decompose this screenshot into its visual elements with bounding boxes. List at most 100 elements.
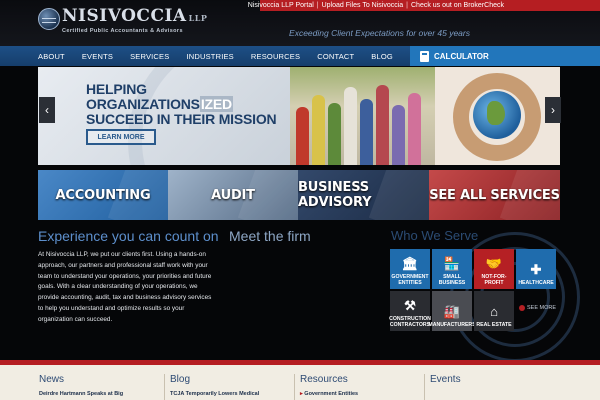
serve-label: CONSTRUCTION CONTRACTORS [389, 316, 431, 328]
serve-healthcare[interactable]: ✚ HEALTHCARE [516, 249, 556, 289]
see-more-link[interactable]: SEE MORE [519, 305, 556, 311]
footer-events: Events [424, 374, 461, 400]
arrow-bullet-icon [519, 305, 525, 311]
house-icon: ⌂ [490, 304, 498, 319]
meet-the-firm-heading[interactable]: Meet the firm [229, 228, 311, 244]
nav-industries[interactable]: INDUSTRIES [186, 52, 233, 61]
footer-news: News Deirdre Hartmann Speaks at Big [39, 374, 123, 400]
serve-label: GOVERNMENT ENTITIES [391, 274, 429, 286]
tile-label: AUDIT [211, 187, 255, 203]
who-we-serve-grid: 🏛 GOVERNMENT ENTITIES 🏪 SMALL BUSINESS 🤝… [389, 249, 560, 331]
nav-events[interactable]: EVENTS [82, 52, 113, 61]
calculator-button[interactable]: CALCULATOR [410, 46, 600, 66]
photo-figure [376, 85, 389, 165]
tile-business-advisory[interactable]: BUSINESS ADVISORY [298, 170, 429, 220]
serve-label: MANUFACTURERS [428, 322, 476, 328]
brokercheck-link[interactable]: Check us out on BrokerCheck [411, 2, 504, 9]
hero-title-highlight: IZED [199, 96, 233, 112]
experience-heading: Experience you can count on [38, 228, 219, 244]
serve-label: HEALTHCARE [518, 280, 554, 286]
page: NISIVOCCIA LLP Certified Public Accountan… [0, 0, 600, 400]
serve-government-entities[interactable]: 🏛 GOVERNMENT ENTITIES [390, 249, 430, 289]
serve-construction-contractors[interactable]: ⚒ CONSTRUCTION CONTRACTORS [389, 291, 431, 331]
hero-text-panel: HELPING ORGANIZATIONSIZED SUCCEED IN THE… [38, 67, 356, 165]
capitol-icon: 🏛 [401, 256, 419, 271]
footer-blog: Blog TCJA Temporarily Lowers Medical [164, 374, 259, 400]
footer-resources-label: Government Entities [304, 391, 359, 397]
who-we-serve-heading: Who We Serve [391, 228, 479, 243]
nav-contact[interactable]: CONTACT [317, 52, 354, 61]
tile-label: BUSINESS ADVISORY [298, 180, 372, 210]
upload-files-link[interactable]: Upload Files To Nisivoccia [322, 2, 404, 9]
slider-next-arrow-icon[interactable]: › [545, 97, 561, 123]
logo[interactable]: NISIVOCCIA LLP Certified Public Accountan… [38, 8, 207, 34]
see-more-label: SEE MORE [527, 305, 557, 311]
photo-figure [328, 103, 341, 165]
photo-figure [312, 95, 325, 165]
logo-wordmark: NISIVOCCIA LLP [62, 8, 207, 27]
serve-label: NOT-FOR-PROFIT [481, 274, 507, 286]
top-links-bar: Nisivoccia LLP Portal | Upload Files To … [248, 0, 600, 11]
footer-heading: Events [430, 374, 461, 385]
nav-services[interactable]: SERVICES [130, 52, 169, 61]
logo-suffix: LLP [188, 13, 208, 23]
service-tiles: ACCOUNTING AUDIT BUSINESS ADVISORY SEE A… [38, 170, 560, 220]
logo-tagline: Certified Public Accountants & Advisors [62, 28, 183, 34]
photo-figure [344, 87, 357, 165]
slider-prev-arrow-icon[interactable]: ‹ [39, 97, 55, 123]
serve-not-for-profit[interactable]: 🤝 NOT-FOR-PROFIT [474, 249, 514, 289]
hero-children-photo [290, 67, 435, 165]
logo-name: NISIVOCCIA [62, 6, 187, 26]
header-tagline: Exceeding Client Expectations for over 4… [289, 28, 470, 38]
hero-slider[interactable]: HELPING ORGANIZATIONSIZED SUCCEED IN THE… [38, 67, 560, 165]
footer-heading: Blog [170, 374, 191, 385]
separator: | [316, 2, 319, 9]
tile-audit[interactable]: AUDIT [168, 170, 298, 220]
photo-figure [360, 99, 373, 165]
calculator-label: CALCULATOR [434, 51, 489, 61]
globe-logo-icon [38, 8, 60, 30]
footer-columns: News Deirdre Hartmann Speaks at Big Blog… [0, 365, 600, 400]
tile-label: SEE ALL SERVICES [429, 187, 560, 203]
learn-more-button[interactable]: LEARN MORE [86, 129, 156, 145]
logo-text: NISIVOCCIA LLP Certified Public Accountan… [62, 8, 207, 35]
footer-news-item[interactable]: Deirdre Hartmann Speaks at Big [39, 391, 123, 397]
handshake-icon: 🤝 [485, 256, 503, 271]
footer-heading: Resources [300, 374, 348, 385]
medical-cross-icon: ✚ [530, 262, 542, 277]
factory-icon: 🏭 [443, 304, 461, 319]
tools-icon: ⚒ [404, 298, 416, 313]
nav-blog[interactable]: BLOG [371, 52, 393, 61]
portal-link[interactable]: Nisivoccia LLP Portal [248, 2, 314, 9]
column-divider [294, 374, 295, 400]
hero-title-line1: HELPING ORGANIZATIONS [86, 81, 200, 112]
serve-real-estate[interactable]: ⌂ REAL ESTATE [474, 291, 514, 331]
nav-resources[interactable]: RESOURCES [251, 52, 300, 61]
tile-accounting[interactable]: ACCOUNTING [38, 170, 168, 220]
storefront-icon: 🏪 [443, 256, 461, 271]
hero-title-line2: SUCCEED IN THEIR MISSION [86, 111, 277, 127]
serve-label: REAL ESTATE [476, 322, 512, 328]
photo-figure [392, 105, 405, 165]
serve-manufacturers[interactable]: 🏭 MANUFACTURERS [428, 291, 476, 331]
serve-small-business[interactable]: 🏪 SMALL BUSINESS [432, 249, 472, 289]
column-divider [424, 374, 425, 400]
serve-label: SMALL BUSINESS [438, 274, 466, 286]
tile-see-all-services[interactable]: SEE ALL SERVICES [429, 170, 560, 220]
footer-resources: Resources ▸ Government Entities [294, 374, 358, 400]
tile-label: ACCOUNTING [55, 187, 151, 203]
footer-heading: News [39, 374, 65, 385]
main-nav: ABOUT EVENTS SERVICES INDUSTRIES RESOURC… [0, 46, 600, 66]
column-divider [164, 374, 165, 400]
nav-about[interactable]: ABOUT [38, 52, 65, 61]
hero-hands-globe-photo [435, 67, 560, 165]
photo-figure [408, 93, 421, 165]
intro-paragraph: At Nisivoccia LLP, we put our clients fi… [38, 251, 212, 323]
calculator-icon [420, 50, 429, 62]
footer-blog-item[interactable]: TCJA Temporarily Lowers Medical [170, 391, 259, 397]
photo-figure [296, 107, 309, 165]
hero-title: HELPING ORGANIZATIONSIZED SUCCEED IN THE… [86, 82, 290, 127]
separator: | [406, 2, 408, 9]
earth-globe-icon [473, 91, 521, 139]
footer-resources-item[interactable]: ▸ Government Entities [300, 391, 358, 397]
